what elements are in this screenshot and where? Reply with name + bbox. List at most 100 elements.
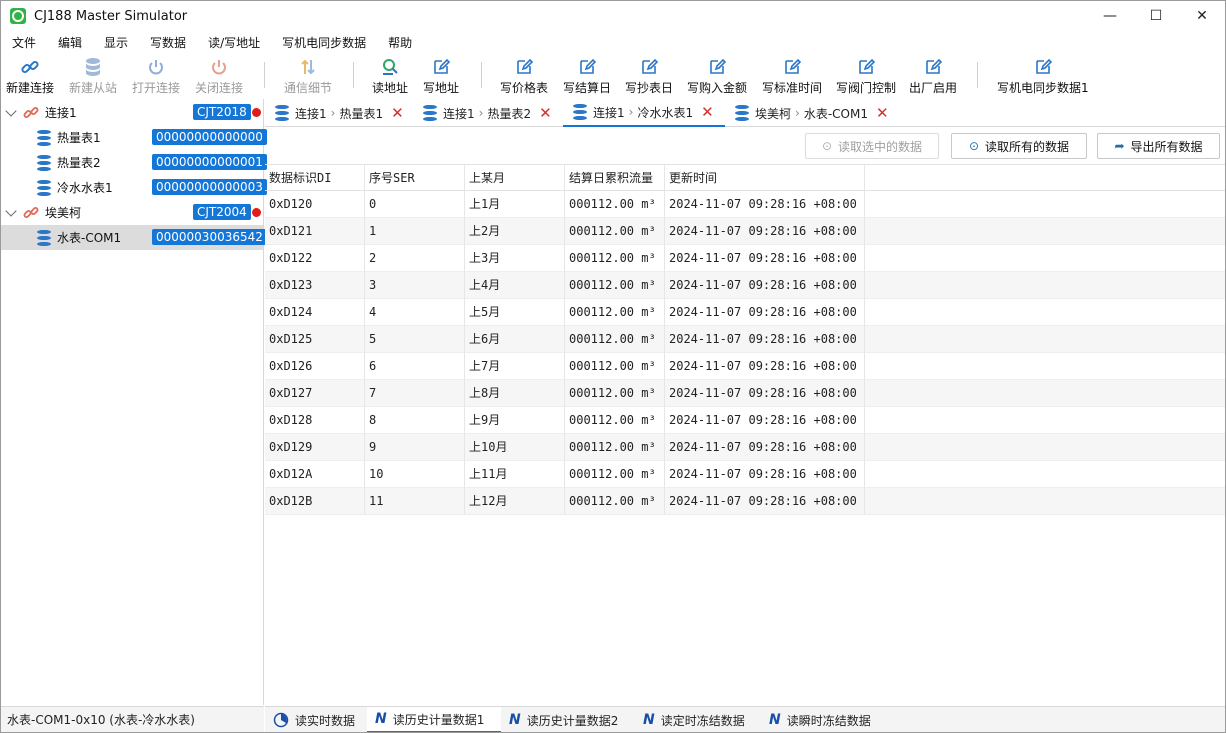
write-sync-data1-button[interactable]: 写机电同步数据1 [997,54,1089,98]
cell-updated: 2024-11-07 09:28:16 +08:00 [665,218,865,245]
tree-connection-aimeike[interactable]: 埃美柯 CJT2004 [1,200,263,225]
read-all-button[interactable]: ⊙ 读取所有的数据 [951,133,1087,159]
table-row[interactable]: 0xD121 1 上2月 000112.00 m³ 2024-11-07 09:28:1… [265,218,1225,245]
close-connection-button[interactable]: 关闭连接 [195,54,243,98]
cell-ser: 7 [365,380,465,407]
status-bar: 水表-COM1-0x10 (水表-冷水水表) [1,706,264,732]
write-purchase-amount-button[interactable]: 写购入金额 [687,54,747,98]
close-window-button[interactable]: ✕ [1179,1,1225,31]
table-row[interactable]: 0xD120 0 上1月 000112.00 m³ 2024-11-07 09:28:1… [265,191,1225,218]
read-selected-button[interactable]: ⊙ 读取选中的数据 [805,133,939,159]
cell-di: 0xD129 [265,434,365,461]
cell-ser: 10 [365,461,465,488]
menu-file[interactable]: 文件 [1,33,47,53]
write-address-button[interactable]: 写地址 [423,54,459,98]
tree-device-water-meter-com1[interactable]: 水表-COM1 00000030036542 [1,225,267,250]
menu-read-write-address[interactable]: 读/写地址 [197,33,271,53]
chevron-down-icon[interactable] [5,104,17,117]
tab-read-history-1[interactable]: N 读历史计量数据1 [367,707,501,732]
read-address-button[interactable]: 读地址 [372,54,408,98]
cell-ser: 2 [365,245,465,272]
cell-flow: 000112.00 m³ [565,353,665,380]
menu-write-data[interactable]: 写数据 [139,33,197,53]
table-row[interactable]: 0xD124 4 上5月 000112.00 m³ 2024-11-07 09:28:1… [265,299,1225,326]
table-row[interactable]: 0xD12B 11 上12月 000112.00 m³ 2024-11-07 09:28… [265,488,1225,515]
tab-heat-meter-1[interactable]: 连接1 › 热量表1 ✕ [265,99,413,127]
new-connection-button[interactable]: 新建连接 [6,54,54,98]
cell-flow: 000112.00 m³ [565,407,665,434]
toolbar: 新建连接 新建从站 打开连接 关闭连接 通信细节 读地址 写地址 写价格表 写结… [1,54,1225,98]
trend-line-icon: N [769,712,781,728]
write-valve-control-button[interactable]: 写阀门控制 [836,54,896,98]
cell-updated: 2024-11-07 09:28:16 +08:00 [665,434,865,461]
tree-device-heat-meter-2[interactable]: 热量表2 00000000000001 [1,150,267,175]
edit-icon [782,57,802,77]
tab-cold-water-meter-1[interactable]: 连接1 › 冷水水表1 ✕ [563,99,725,127]
chevron-down-icon[interactable] [5,204,17,217]
cell-month: 上5月 [465,299,565,326]
table-row[interactable]: 0xD129 9 上10月 000112.00 m³ 2024-11-07 09:28:… [265,434,1225,461]
menu-write-sync-data[interactable]: 写机电同步数据 [271,33,377,53]
comm-detail-button[interactable]: 通信细节 [284,54,332,98]
table-row[interactable]: 0xD127 7 上8月 000112.00 m³ 2024-11-07 09:28:1… [265,380,1225,407]
address-badge: 00000000000001 [152,154,267,170]
cell-ser: 8 [365,407,465,434]
column-header-di[interactable]: 数据标识DI [265,165,365,192]
edit-icon [577,57,597,77]
cell-ser: 9 [365,434,465,461]
cell-flow: 000112.00 m³ [565,434,665,461]
column-header-ser[interactable]: 序号SER [365,165,465,192]
database-icon [423,105,437,121]
table-row[interactable]: 0xD12A 10 上11月 000112.00 m³ 2024-11-07 09:28… [265,461,1225,488]
window-title: CJ188 Master Simulator [34,8,188,24]
factory-enable-button[interactable]: 出厂启用 [909,54,957,98]
cell-ser: 11 [365,488,465,515]
tree-device-heat-meter-1[interactable]: 热量表1 00000000000000 [1,125,267,150]
close-tab-icon[interactable]: ✕ [876,104,889,122]
tab-read-timed-freeze[interactable]: N 读定时冻结数据 [635,707,761,732]
write-standard-time-button[interactable]: 写标准时间 [762,54,822,98]
tab-heat-meter-2[interactable]: 连接1 › 热量表2 ✕ [413,99,563,127]
column-header-month[interactable]: 上某月 [465,165,565,192]
table-row[interactable]: 0xD123 3 上4月 000112.00 m³ 2024-11-07 09:28:1… [265,272,1225,299]
cell-flow: 000112.00 m³ [565,461,665,488]
tab-water-meter-com1[interactable]: 埃美柯 › 水表-COM1 ✕ [725,99,897,127]
new-slave-button[interactable]: 新建从站 [69,54,117,98]
table-row[interactable]: 0xD125 5 上6月 000112.00 m³ 2024-11-07 09:28:1… [265,326,1225,353]
menu-view[interactable]: 显示 [93,33,139,53]
cell-updated: 2024-11-07 09:28:16 +08:00 [665,380,865,407]
export-arrow-icon: ➦ [1114,139,1125,153]
write-settlement-day-button[interactable]: 写结算日 [563,54,611,98]
menu-help[interactable]: 帮助 [377,33,423,53]
link-broken-icon [23,205,39,221]
minimize-button[interactable]: — [1087,1,1133,31]
table-header: 数据标识DI 序号SER 上某月 结算日累积流量 更新时间 [265,164,1225,192]
tab-read-history-2[interactable]: N 读历史计量数据2 [501,707,635,732]
maximize-button[interactable]: ☐ [1133,1,1179,31]
cell-flow: 000112.00 m³ [565,326,665,353]
export-all-button[interactable]: ➦ 导出所有数据 [1097,133,1220,159]
tree-connection-1[interactable]: 连接1 CJT2018 [1,100,263,125]
cell-di: 0xD127 [265,380,365,407]
table-row[interactable]: 0xD128 8 上9月 000112.00 m³ 2024-11-07 09:28:1… [265,407,1225,434]
database-icon [83,57,103,77]
edit-icon [856,57,876,77]
tree-device-cold-water-meter-1[interactable]: 冷水水表1 00000000000003 [1,175,267,200]
tab-read-realtime[interactable]: 读实时数据 [265,707,367,732]
tab-read-instant-freeze[interactable]: N 读瞬时冻结数据 [761,707,889,732]
cell-month: 上2月 [465,218,565,245]
table-row[interactable]: 0xD122 2 上3月 000112.00 m³ 2024-11-07 09:28:1… [265,245,1225,272]
cell-month: 上7月 [465,353,565,380]
cell-updated: 2024-11-07 09:28:16 +08:00 [665,461,865,488]
column-header-flow[interactable]: 结算日累积流量 [565,165,665,192]
table-row[interactable]: 0xD126 6 上7月 000112.00 m³ 2024-11-07 09:28:1… [265,353,1225,380]
close-tab-icon[interactable]: ✕ [391,104,404,122]
close-tab-icon[interactable]: ✕ [539,104,552,122]
close-tab-icon[interactable]: ✕ [701,103,714,121]
menu-edit[interactable]: 编辑 [47,33,93,53]
write-reading-day-button[interactable]: 写抄表日 [625,54,673,98]
column-header-updated[interactable]: 更新时间 [665,165,865,192]
write-price-table-button[interactable]: 写价格表 [500,54,548,98]
cell-updated: 2024-11-07 09:28:16 +08:00 [665,488,865,515]
open-connection-button[interactable]: 打开连接 [132,54,180,98]
